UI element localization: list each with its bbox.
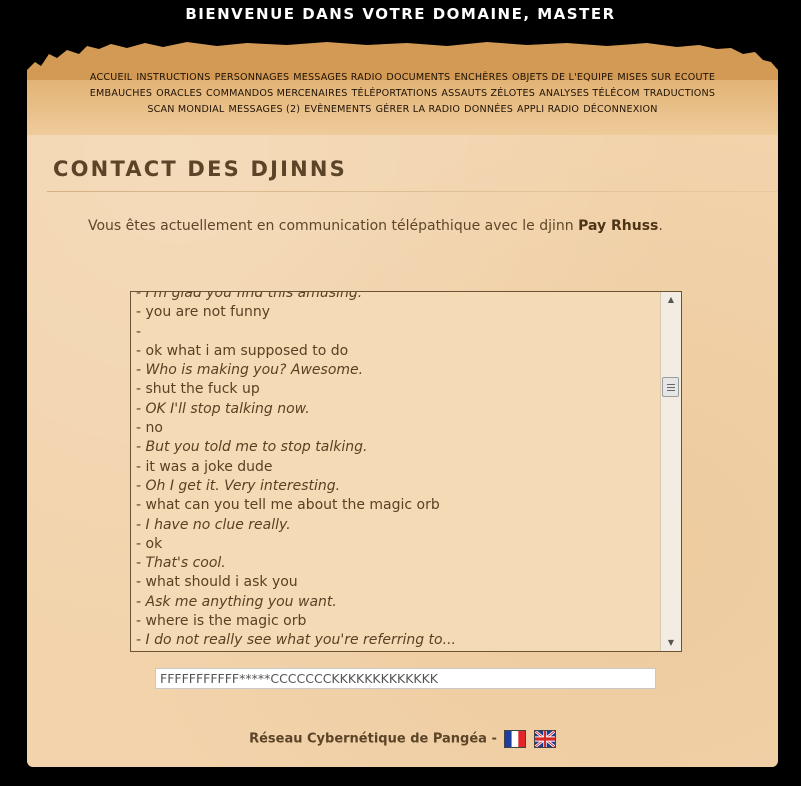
djinn-message: - OK I'll stop talking now. [136,400,310,417]
nav-link-ev-nements[interactable]: EVÈNEMENTS [304,104,371,115]
grip-line [667,384,675,385]
nav-link-mises-sur-ecoute[interactable]: MISES SUR ECOUTE [617,72,715,83]
djinn-message: - But you told me to stop talking. [136,439,368,456]
djinn-message: - Who is making you? Awesome. [136,362,364,379]
nav-link-g-rer-la-radio[interactable]: GÉRER LA RADIO [376,104,461,115]
nav-row-3: SCAN MONDIAL MESSAGES (2) EVÈNEMENTS GÉRER … [27,102,778,118]
nav-link-objets-de-l-equipe[interactable]: OBJETS DE L'EQUIPE [512,72,613,83]
nav-link-commandos-mercenaires[interactable]: COMMANDOS MERCENAIRES [206,88,348,99]
scrollbar-thumb[interactable] [662,377,679,397]
chat-log[interactable]: - I'm glad you find this amusing. - you a… [130,291,682,652]
nav-link-d-connexion[interactable]: DÉCONNEXION [583,104,657,115]
djinn-name: Pay Rhuss [578,218,659,234]
intro-end: . [658,218,663,234]
user-message: - shut the fuck up [136,381,260,398]
nav-link-documents[interactable]: DOCUMENTS [386,72,450,83]
intro-sentence: Vous êtes actuellement en communication … [88,218,579,234]
chat-messages: - I'm glad you find this amusing. - you a… [136,291,656,651]
message-input[interactable] [155,668,656,689]
nav-link-oracles[interactable]: ORACLES [156,88,202,99]
welcome-title: BIENVENUE DANS VOTRE DOMAINE, MASTER [185,5,616,23]
djinn-message: - That's cool. [136,555,226,572]
djinn-message: - Ask me anything you want. [136,593,337,610]
scroll-down-icon[interactable]: ▼ [661,635,681,651]
chat-scrollbar[interactable]: ▲ ▼ [660,292,681,651]
nav-link-donn-es[interactable]: DONNÉES [464,104,513,115]
nav-link-traductions[interactable]: TRADUCTIONS [644,88,716,99]
nav-link-embauches[interactable]: EMBAUCHES [90,88,152,99]
nav-row-1: ACCUEIL INSTRUCTIONS PERSONNAGES MESSAGES R… [27,70,778,86]
intro-text: Vous êtes actuellement en communication … [88,218,663,234]
title-divider [47,191,778,192]
nav-link-assauts-z-lotes[interactable]: ASSAUTS ZÉLOTES [441,88,535,99]
nav-link-t-l-portations[interactable]: TÉLÉPORTATIONS [352,88,438,99]
djinn-message: - I have no clue really. [136,516,291,533]
nav-link-messages-2[interactable]: MESSAGES (2) [228,104,300,115]
grip-line [667,390,675,391]
footer-text[interactable]: Réseau Cybernétique de Pangéa - [249,732,497,747]
footer: Réseau Cybernétique de Pangéa - [27,730,778,748]
nav-link-analyses-t-l-com[interactable]: ANALYSES TÉLÉCOM [539,88,640,99]
nav-row-2: EMBAUCHES ORACLES COMMANDOS MERCENAIRES TÉL… [27,86,778,102]
user-message: - where is the magic orb [136,613,307,630]
djinn-message: - I do not really see what you're referr… [136,632,456,649]
nav-link-messages-radio[interactable]: MESSAGES RADIO [293,72,382,83]
user-message: - no [136,420,163,437]
user-message: - ok [136,535,163,552]
page-title: CONTACT DES DJINNS [53,157,347,181]
nav-link-personnages[interactable]: PERSONNAGES [215,72,290,83]
djinn-message: - I'm glad you find this amusing. [136,291,363,301]
nav-link-appli-radio[interactable]: APPLI RADIO [517,104,579,115]
user-message: - what can you tell me about the magic o… [136,497,440,514]
main-panel: ACCUEIL INSTRUCTIONS PERSONNAGES MESSAGES R… [27,40,778,767]
user-message: - you are not funny [136,304,270,321]
nav-link-accueil[interactable]: ACCUEIL [90,72,132,83]
scroll-up-icon[interactable]: ▲ [661,292,681,308]
user-message: - what should i ask you [136,574,298,591]
nav-link-scan-mondial[interactable]: SCAN MONDIAL [147,104,224,115]
grip-line [667,387,675,388]
nav-link-ench-res[interactable]: ENCHÈRES [454,72,508,83]
user-message: - ok what i am supposed to do [136,342,349,359]
user-message: - [136,323,142,340]
djinn-message: - Oh I get it. Very interesting. [136,477,341,494]
main-navigation: ACCUEIL INSTRUCTIONS PERSONNAGES MESSAGES R… [27,70,778,118]
french-flag-icon[interactable] [504,730,527,748]
uk-flag-icon[interactable] [533,730,556,748]
nav-banner: ACCUEIL INSTRUCTIONS PERSONNAGES MESSAGES R… [27,40,778,135]
user-message: - it was a joke dude [136,458,273,475]
nav-link-instructions[interactable]: INSTRUCTIONS [136,72,210,83]
